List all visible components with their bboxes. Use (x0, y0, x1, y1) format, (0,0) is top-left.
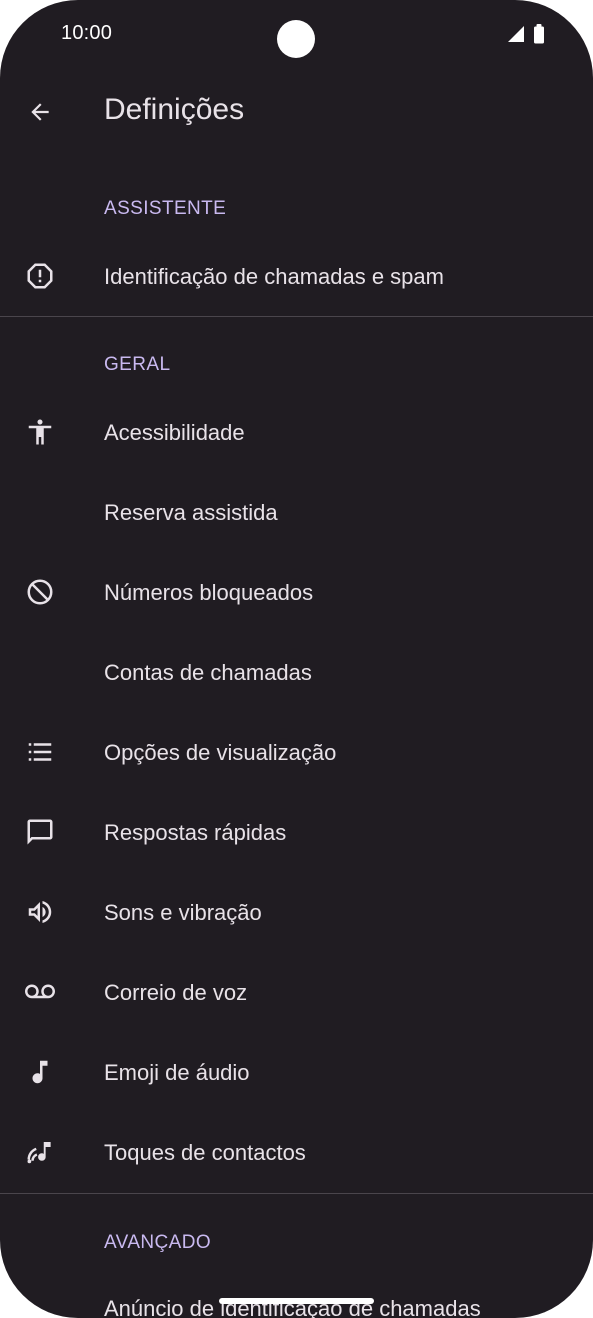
settings-item-label: Sons e vibração (104, 900, 262, 925)
settings-item-audio-emoji[interactable]: Emoji de áudio (0, 1032, 593, 1112)
settings-item-blocked-numbers[interactable]: Números bloqueados (0, 552, 593, 632)
page-title: Definições (104, 93, 245, 126)
settings-item-sounds-vibration[interactable]: Sons e vibração (0, 872, 593, 952)
settings-item-calling-accounts[interactable]: Contas de chamadas (0, 632, 593, 712)
music-note-icon (24, 1056, 56, 1088)
block-icon (24, 576, 56, 608)
voicemail-icon (24, 976, 56, 1008)
section-header-advanced: AVANÇADO (104, 1232, 212, 1253)
status-bar: 10:00 (0, 0, 593, 68)
settings-item-contact-ringtones[interactable]: Toques de contactos (0, 1112, 593, 1192)
volume-icon (24, 896, 56, 928)
section-divider (0, 1193, 593, 1194)
section-divider (0, 316, 593, 317)
signal-icon (507, 25, 525, 43)
settings-item-display-options[interactable]: Opções de visualização (0, 712, 593, 792)
settings-item-label: Identificação de chamadas e spam (104, 264, 444, 289)
list-icon (24, 736, 56, 768)
settings-item-label: Números bloqueados (104, 580, 314, 605)
ringtone-icon (24, 1136, 56, 1168)
section-header-general: GERAL (104, 354, 171, 375)
settings-item-label: Opções de visualização (104, 740, 337, 765)
settings-item-label: Correio de voz (104, 980, 248, 1005)
back-button[interactable] (20, 92, 60, 132)
settings-item-label: Reserva assistida (104, 500, 278, 525)
home-indicator[interactable] (219, 1298, 374, 1304)
settings-item-assisted-dialing[interactable]: Reserva assistida (0, 472, 593, 552)
message-icon (24, 816, 56, 848)
status-icons (507, 24, 545, 44)
accessibility-icon (24, 416, 56, 448)
settings-item-quick-responses[interactable]: Respostas rápidas (0, 792, 593, 872)
section-header-assistant: ASSISTENTE (104, 198, 227, 219)
app-bar: Definições (0, 78, 593, 146)
phone-screen: 10:00 Definições ASSISTENTE Identificaçã… (0, 0, 593, 1318)
settings-item-label: Acessibilidade (104, 420, 245, 445)
battery-icon (533, 24, 545, 44)
info-alert-icon (24, 260, 56, 292)
settings-item-caller-id-spam[interactable]: Identificação de chamadas e spam (0, 236, 593, 316)
settings-item-label: Toques de contactos (104, 1140, 306, 1165)
settings-item-accessibility[interactable]: Acessibilidade (0, 392, 593, 472)
settings-item-label: Respostas rápidas (104, 820, 287, 845)
settings-item-label: Emoji de áudio (104, 1060, 250, 1085)
settings-item-label: Contas de chamadas (104, 660, 312, 685)
status-time: 10:00 (61, 22, 113, 44)
camera-cutout (277, 20, 315, 58)
settings-item-voicemail[interactable]: Correio de voz (0, 952, 593, 1032)
settings-item-caller-id-announcement[interactable]: Anúncio de identificação de chamadas (0, 1268, 593, 1318)
arrow-back-icon (27, 99, 53, 125)
